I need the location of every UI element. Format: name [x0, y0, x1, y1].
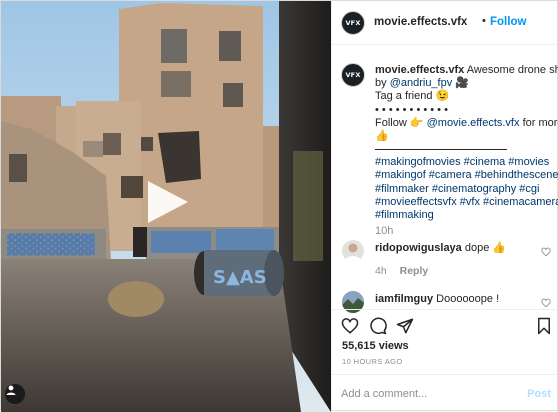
header-username[interactable]: movie.effects.vfx [374, 16, 467, 28]
hashtag-line[interactable]: #filmmaker #cinematography #cgi [375, 183, 553, 196]
caption-time: 10h [375, 225, 394, 237]
caption-divider [375, 149, 507, 151]
play-button[interactable] [144, 179, 190, 225]
actions-divider [332, 309, 558, 310]
caption-username[interactable]: movie.effects.vfx [375, 64, 464, 76]
hashtag-line[interactable]: #movieeffectsvfx #vfx #cinemacamera [375, 196, 558, 209]
tagged-users-button[interactable] [5, 384, 25, 404]
caption-text: Awesome drone shot [466, 64, 558, 76]
commenter-avatar[interactable] [342, 240, 364, 262]
comment-composer: Post [332, 374, 558, 412]
caption-follow-prefix: Follow 👉 [375, 116, 424, 129]
profile-avatar[interactable]: VFX [341, 11, 365, 35]
comment-like-heart-icon[interactable] [541, 247, 551, 257]
hashtag-line[interactable]: #filmmaking [375, 209, 553, 222]
instagram-post: ▓▓▓▓▓▓ S▲AS VFX movie.effects.vfx • Foll… [0, 0, 558, 412]
caption-tag-friend: Tag a friend 😉 [375, 90, 450, 103]
caption-avatar[interactable]: VFX [341, 63, 365, 87]
comment-username[interactable]: iamfilmguy [375, 293, 433, 305]
comment-item: ridopowiguslaya dope 👍 [375, 241, 506, 254]
comment-like-heart-icon[interactable] [541, 298, 551, 308]
header-separator: • [482, 15, 486, 27]
caption-by: by [375, 77, 387, 90]
post-details-panel: VFX movie.effects.vfx • Follow VFX movie… [331, 1, 558, 412]
svg-text:S▲AS: S▲AS [213, 267, 267, 288]
post-comment-button[interactable]: Post [527, 388, 551, 400]
video-player[interactable]: ▓▓▓▓▓▓ S▲AS [1, 1, 331, 412]
reply-button[interactable]: Reply [400, 265, 429, 277]
svg-text:▓▓▓▓▓▓: ▓▓▓▓▓▓ [7, 233, 95, 256]
comment-meta: 4h Reply [375, 265, 428, 277]
hashtag-line[interactable]: #makingofmovies #cinema #movies [375, 156, 553, 169]
avatar-image [344, 243, 362, 262]
comment-time: 4h [375, 265, 387, 277]
bookmark-icon[interactable] [535, 317, 553, 335]
caption-follow-suffix: for more [522, 116, 558, 129]
heart-icon[interactable] [341, 317, 359, 335]
play-icon [148, 181, 188, 223]
comment-icon[interactable] [369, 317, 387, 335]
comment-item: iamfilmguy Doooooope ! [375, 293, 499, 305]
camera-emoji: 🎥 [455, 77, 469, 90]
post-header: VFX movie.effects.vfx • Follow [332, 1, 558, 45]
user-tag-icon [6, 385, 16, 395]
caption-dots: • • • • • • • • • • • [375, 103, 448, 116]
post-caption: movie.effects.vfx Awesome drone shot by … [375, 64, 558, 222]
share-icon[interactable] [396, 317, 414, 335]
mention-link-account[interactable]: @movie.effects.vfx [427, 117, 520, 129]
view-count[interactable]: 55,615 views [342, 340, 409, 352]
follow-button[interactable]: Follow [490, 16, 526, 28]
comment-input[interactable] [341, 386, 511, 402]
comment-username[interactable]: ridopowiguslaya [375, 242, 462, 254]
mention-link-author[interactable]: @andriu_fpv [390, 77, 453, 89]
comment-text: dope 👍 [464, 242, 507, 254]
thumb-emoji: 👍 [375, 130, 389, 143]
post-timestamp: 10 HOURS AGO [342, 357, 403, 366]
hashtag-line[interactable]: #makingof #camera #behindthescenes [375, 169, 558, 182]
comment-text: Doooooope ! [436, 293, 500, 305]
